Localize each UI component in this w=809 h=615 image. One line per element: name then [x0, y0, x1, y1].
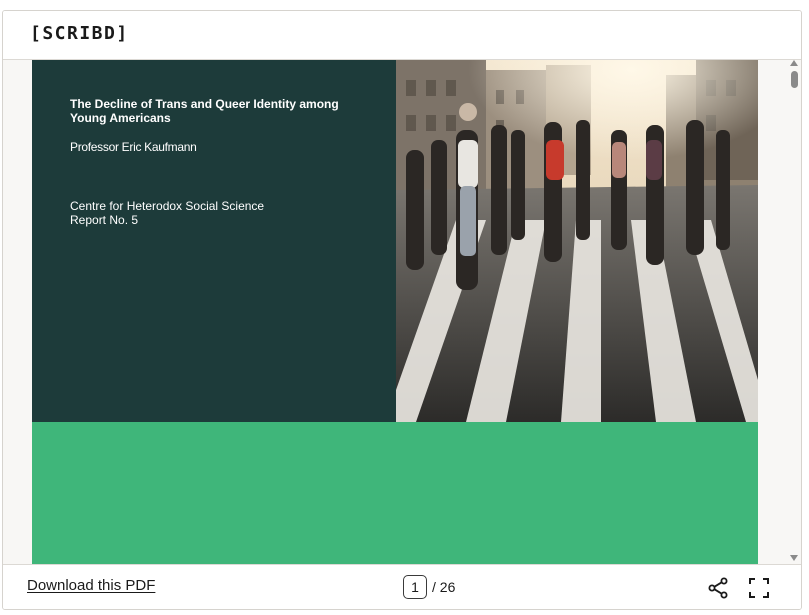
page-total: / 26 [432, 579, 456, 595]
document-author: Professor Eric Kaufmann [70, 140, 197, 154]
document-organization-block: Centre for Heterodox Social Science Repo… [70, 199, 264, 227]
current-page-input[interactable] [403, 575, 427, 599]
share-icon[interactable] [706, 576, 730, 600]
scribd-logo[interactable]: [SCRIBD] [30, 23, 129, 44]
cover-photo [396, 60, 758, 422]
page-navigator: / 26 [403, 574, 455, 600]
fullscreen-icon[interactable] [747, 576, 771, 600]
scroll-up-arrow-icon[interactable] [790, 60, 798, 66]
scroll-thumb[interactable] [791, 71, 798, 88]
viewer-scrollbar[interactable] [787, 60, 801, 565]
document-page: The Decline of Trans and Queer Identity … [32, 60, 758, 565]
download-pdf-link[interactable]: Download this PDF [27, 577, 155, 594]
embed-header: [SCRIBD] [3, 11, 801, 60]
document-viewer[interactable]: The Decline of Trans and Queer Identity … [3, 60, 801, 565]
document-embed: [SCRIBD] The Decline of Trans and Queer … [2, 10, 802, 610]
cover-green-band [32, 422, 758, 565]
embed-footer: Download this PDF / 26 [3, 564, 801, 609]
cover-panel: The Decline of Trans and Queer Identity … [32, 60, 396, 422]
document-title: The Decline of Trans and Queer Identity … [70, 97, 339, 125]
scroll-down-arrow-icon[interactable] [790, 555, 798, 561]
report-number: Report No. 5 [70, 213, 139, 227]
organization-name: Centre for Heterodox Social Science [70, 199, 265, 213]
